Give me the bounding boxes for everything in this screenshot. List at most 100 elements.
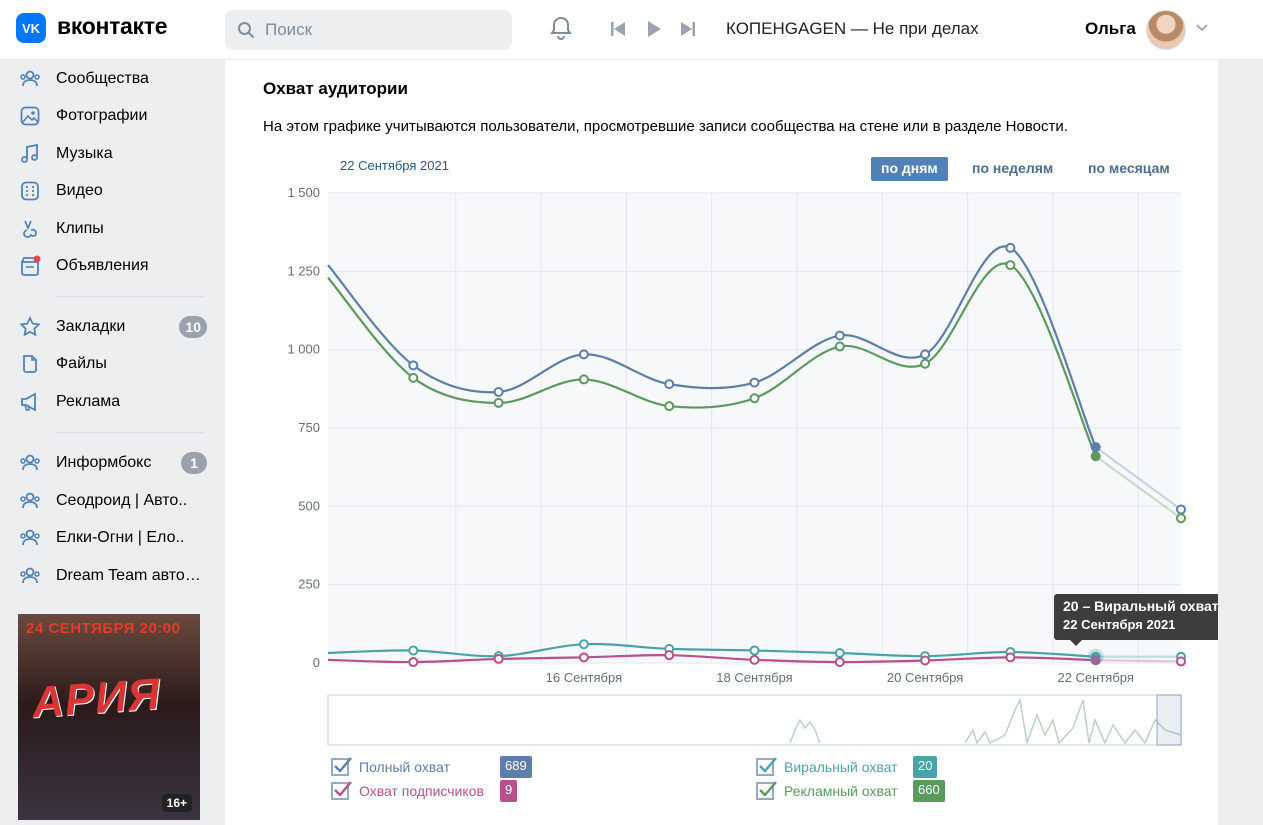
- y-tick-label: 750: [298, 420, 320, 435]
- data-point: [920, 358, 931, 369]
- data-point: [1176, 656, 1186, 667]
- concert-ad-banner[interactable]: 24 СЕНТЯБРЯ 20:00 АРИЯ 16+: [18, 614, 200, 820]
- file-icon: [18, 352, 42, 376]
- poster-band-logo: АРИЯ: [30, 669, 163, 728]
- avatar[interactable]: [1146, 10, 1186, 50]
- checkbox-checked-icon[interactable]: [756, 781, 777, 800]
- sidebar-item-advertising[interactable]: Реклама: [18, 387, 213, 417]
- data-point: [834, 341, 845, 352]
- left-sidebar: Сообщества Фотографии Музыка Видео Клипы…: [0, 60, 225, 825]
- megaphone-icon: [18, 390, 42, 414]
- sidebar-item-elki-ogni[interactable]: Елки-Огни | Ело..: [18, 523, 213, 553]
- sidebar-item-label: Файлы: [56, 355, 107, 372]
- data-point: [408, 360, 419, 371]
- sidebar-item-photos[interactable]: Фотографии: [18, 101, 213, 131]
- data-point: [834, 657, 845, 668]
- sidebar-item-video[interactable]: Видео: [18, 176, 213, 206]
- legend-value-badge: 660: [913, 780, 945, 802]
- reach-line-chart[interactable]: 0 250 500 750 1 000 1 250 1 500 16 Сентября 18 …: [225, 60, 1218, 760]
- data-point: [834, 330, 845, 341]
- y-tick-label: 1 000: [287, 342, 320, 357]
- data-point: [834, 647, 845, 658]
- checkbox-checked-icon[interactable]: [331, 757, 352, 776]
- sidebar-item-label: Фотографии: [56, 107, 148, 124]
- series-line-projection: [1095, 659, 1182, 663]
- sidebar-item-label: Реклама: [56, 393, 121, 410]
- x-tick-label: 20 Сентября: [887, 670, 963, 685]
- users-icon: [18, 451, 42, 475]
- sidebar-item-label: Закладки: [56, 318, 126, 335]
- data-point: [664, 401, 675, 412]
- data-point: [408, 645, 419, 656]
- bookmarks-count-badge: 10: [179, 316, 207, 338]
- age-rating-badge: 16+: [161, 794, 192, 812]
- search-box[interactable]: [225, 10, 512, 50]
- y-tick-label: 1 250: [287, 263, 320, 278]
- y-tick-label: 250: [298, 577, 320, 592]
- users-icon: [18, 526, 42, 550]
- next-track-icon[interactable]: [679, 20, 697, 38]
- legend-value-badge: 20: [913, 756, 938, 778]
- sidebar-item-label: Информбокс: [56, 454, 152, 471]
- data-point: [1090, 442, 1101, 453]
- data-point: [1090, 451, 1101, 462]
- current-track[interactable]: КОПЕНGAGEN — Не при делах: [726, 19, 979, 39]
- previous-track-icon[interactable]: [609, 20, 627, 38]
- sidebar-item-music[interactable]: Музыка: [18, 139, 213, 169]
- data-point: [749, 393, 760, 404]
- checkbox-checked-icon[interactable]: [756, 757, 777, 776]
- checkbox-checked-icon[interactable]: [331, 781, 352, 800]
- data-point: [493, 386, 504, 397]
- legend-ad-reach[interactable]: Рекламный охват: [756, 779, 898, 803]
- sidebar-item-label: Сообщества: [56, 70, 149, 87]
- vk-logo-icon[interactable]: VK: [16, 13, 46, 43]
- legend-value-badge: 9: [500, 780, 518, 802]
- legend-viral-reach[interactable]: Виральный охват: [756, 755, 898, 779]
- stats-panel: Охват аудитории На этом графике учитываю…: [225, 60, 1237, 825]
- data-point: [578, 349, 589, 360]
- y-tick-label: 1 500: [287, 185, 320, 200]
- search-input[interactable]: [265, 10, 505, 50]
- sidebar-item-files[interactable]: Файлы: [18, 349, 213, 379]
- video-icon: [18, 179, 42, 203]
- sidebar-item-label: Объявления: [56, 257, 149, 274]
- sidebar-item-communities[interactable]: Сообщества: [18, 64, 213, 94]
- chart-tooltip: 20 – Виральный охват 22 Сентября 2021: [1054, 594, 1237, 646]
- star-icon: [18, 315, 42, 339]
- data-point: [1005, 260, 1016, 271]
- data-point: [1176, 513, 1186, 524]
- sidebar-item-infobox[interactable]: Информбокс 1: [18, 448, 213, 478]
- legend-full-reach[interactable]: Полный охват: [331, 755, 450, 779]
- navigator-selection-handle[interactable]: [1156, 694, 1182, 746]
- sidebar-item-bookmarks[interactable]: Закладки 10: [18, 312, 213, 342]
- data-point: [408, 372, 419, 383]
- photo-icon: [18, 104, 42, 128]
- users-icon: [18, 489, 42, 513]
- data-point: [578, 652, 589, 663]
- play-icon[interactable]: [645, 20, 663, 38]
- sidebar-item-dream-team[interactable]: Dream Team автор...: [18, 561, 213, 591]
- y-tick-label: 500: [298, 498, 320, 513]
- chevron-down-icon[interactable]: [1196, 24, 1208, 32]
- page-scrollbar[interactable]: [1218, 60, 1263, 825]
- bell-icon[interactable]: [547, 14, 575, 42]
- ads-icon: [18, 254, 42, 278]
- legend-subscriber-reach[interactable]: Охват подписчиков: [331, 779, 484, 803]
- data-point: [408, 657, 419, 668]
- data-point: [749, 377, 760, 388]
- data-point: [1005, 242, 1016, 253]
- tooltip-title: 20 – Виральный охват: [1063, 598, 1219, 614]
- sidebar-item-clips[interactable]: Клипы: [18, 214, 213, 244]
- y-tick-label: 0: [313, 655, 320, 670]
- user-name[interactable]: Ольга: [1085, 19, 1136, 39]
- logo-text[interactable]: вконтакте: [57, 13, 168, 40]
- sidebar-item-ads[interactable]: Объявления: [18, 251, 213, 281]
- music-icon: [18, 142, 42, 166]
- sidebar-item-seodroid[interactable]: Сеодроид | Авто..: [18, 486, 213, 516]
- data-point: [493, 653, 504, 664]
- search-icon: [238, 22, 254, 38]
- users-icon: [18, 67, 42, 91]
- sidebar-item-label: Клипы: [56, 220, 104, 237]
- infobox-count-badge: 1: [181, 452, 207, 474]
- users-icon: [18, 564, 42, 588]
